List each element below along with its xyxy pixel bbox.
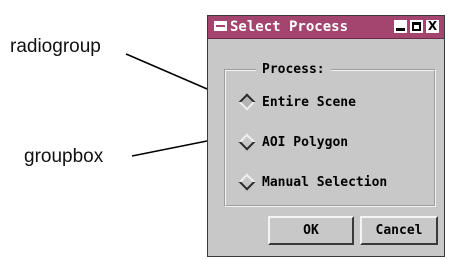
maximize-icon[interactable] xyxy=(410,20,423,33)
radio-aoi-polygon[interactable]: AOI Polygon xyxy=(238,133,348,151)
minimize-icon[interactable] xyxy=(394,20,407,33)
radio-label: AOI Polygon xyxy=(262,134,349,150)
window-title: Select Process xyxy=(230,19,349,35)
radio-unselected-icon[interactable] xyxy=(238,173,256,191)
radio-unselected-icon[interactable] xyxy=(238,133,256,151)
cancel-button[interactable]: Cancel xyxy=(360,216,438,245)
window-menu-icon[interactable] xyxy=(214,21,227,31)
radio-label: Entire Scene xyxy=(262,94,356,110)
groupbox-label: Process: xyxy=(256,62,331,77)
radio-manual-selection[interactable]: Manual Selection xyxy=(238,173,387,191)
radio-label: Manual Selection xyxy=(262,174,388,190)
ok-button[interactable]: OK xyxy=(268,216,354,245)
radio-entire-scene[interactable]: Entire Scene xyxy=(238,93,356,111)
title-bar[interactable]: Select Process X xyxy=(208,16,444,39)
radio-selected-icon[interactable] xyxy=(238,93,256,111)
close-icon[interactable]: X xyxy=(426,20,439,33)
select-process-dialog: Select Process X Process: Entire Scene A… xyxy=(207,15,445,257)
